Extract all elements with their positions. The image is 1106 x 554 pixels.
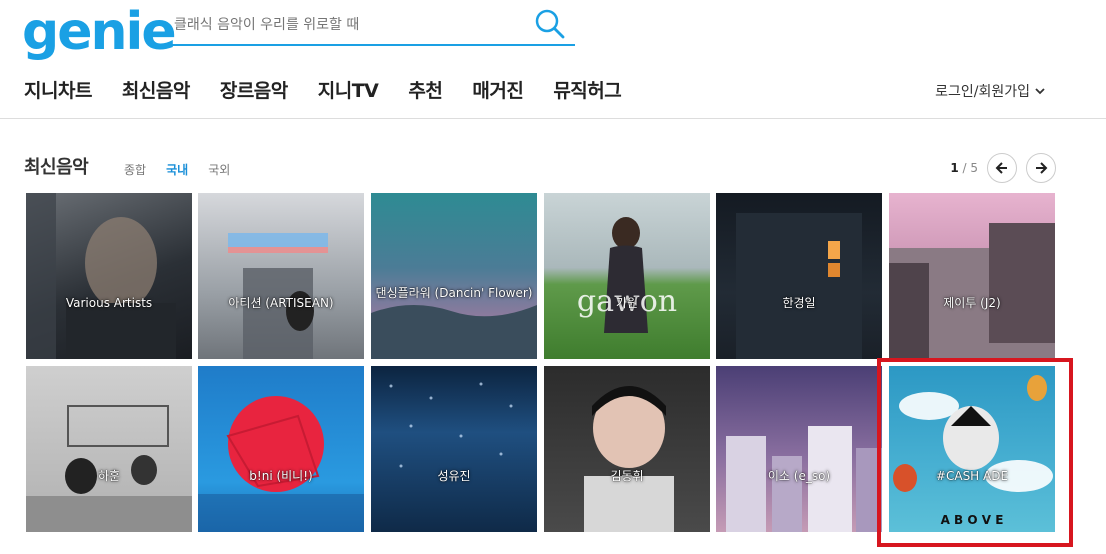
album-cover: A B O V E [889, 366, 1055, 532]
arrow-left-icon [995, 162, 1007, 174]
nav-genre-music[interactable]: 장르음악 [220, 76, 288, 103]
album-artist: #CASH ADE [935, 469, 1009, 483]
album-artist: 아티션 (ARTISEAN) [228, 296, 334, 310]
album-tile[interactable]: 제이투 (J2) [889, 193, 1055, 359]
arrow-right-icon [1036, 162, 1048, 174]
album-cover [26, 366, 192, 532]
album-cover [371, 366, 537, 532]
next-page-button[interactable] [1026, 153, 1056, 183]
section-tabs: 종합 국내 국외 [124, 161, 230, 178]
album-tile[interactable]: 댄싱플라워 (Dancin' Flower) [371, 193, 537, 359]
login-signup-link[interactable]: 로그인/회원가입 [935, 81, 1046, 101]
tab-foreign[interactable]: 국외 [208, 161, 230, 178]
prev-page-button[interactable] [987, 153, 1017, 183]
album-tile[interactable]: A B O V E #CASH ADE [889, 366, 1055, 532]
album-cover [544, 366, 710, 532]
album-tile[interactable]: 이소 (e_so) [716, 366, 882, 532]
album-artist: 성유진 [437, 469, 471, 483]
album-artist: 하훈 [97, 469, 121, 483]
page-current: 1 [950, 161, 959, 175]
album-cover: gawon [544, 193, 710, 359]
nav-recommend[interactable]: 추천 [408, 76, 442, 103]
album-tile[interactable]: b!ni (비니!) [198, 366, 364, 532]
album-artist: 제이투 (J2) [943, 296, 1001, 310]
album-cover [716, 366, 882, 532]
album-cover [26, 193, 192, 359]
album-tile[interactable]: gawon 가원 [544, 193, 710, 359]
album-artist: 댄싱플라워 (Dancin' Flower) [375, 286, 533, 300]
nav-music-hug[interactable]: 뮤직허그 [553, 76, 621, 103]
album-tile[interactable]: 성유진 [371, 366, 537, 532]
page-indicator: 1 / 5 [950, 161, 978, 175]
nav-latest-music[interactable]: 최신음악 [122, 76, 190, 103]
nav-genie-chart[interactable]: 지니차트 [24, 76, 92, 103]
album-cover [198, 193, 364, 359]
genie-page: genie 지니차트 최신음악 장르음악 지니TV 추천 매거진 뮤직허그 로그… [0, 0, 1106, 554]
header-divider [0, 118, 1106, 119]
chevron-down-icon [1035, 88, 1045, 95]
search-bar [172, 6, 575, 46]
main-nav: 지니차트 최신음악 장르음악 지니TV 추천 매거진 뮤직허그 [24, 76, 622, 103]
album-cover [198, 366, 364, 532]
album-artist: 이소 (e_so) [767, 469, 831, 483]
album-artist: 김동휘 [610, 469, 644, 483]
album-artist: Various Artists [65, 296, 153, 310]
album-artist: 한경일 [782, 296, 816, 310]
album-tile[interactable]: 하훈 [26, 366, 192, 532]
album-artist: 가원 [615, 296, 639, 310]
tab-all[interactable]: 종합 [124, 161, 146, 178]
nav-magazine[interactable]: 매거진 [472, 76, 523, 103]
nav-genie-tv[interactable]: 지니TV [318, 76, 379, 103]
album-cover [716, 193, 882, 359]
album-tile[interactable]: 아티션 (ARTISEAN) [198, 193, 364, 359]
album-cover [889, 193, 1055, 359]
album-cover [371, 193, 537, 359]
section-title: 최신음악 [24, 157, 89, 178]
page-separator: / [958, 161, 971, 175]
search-input[interactable] [172, 10, 522, 40]
page-total: 5 [970, 161, 978, 175]
search-icon[interactable] [533, 7, 567, 41]
album-tile[interactable]: 한경일 [716, 193, 882, 359]
tab-domestic[interactable]: 국내 [166, 161, 188, 178]
album-tile[interactable]: 김동휘 [544, 366, 710, 532]
genie-logo[interactable]: genie [22, 2, 177, 62]
album-artist: b!ni (비니!) [249, 469, 313, 483]
login-label: 로그인/회원가입 [935, 84, 1030, 100]
album-cover-text: A B O V E [941, 513, 1004, 527]
album-tile[interactable]: Various Artists [26, 193, 192, 359]
